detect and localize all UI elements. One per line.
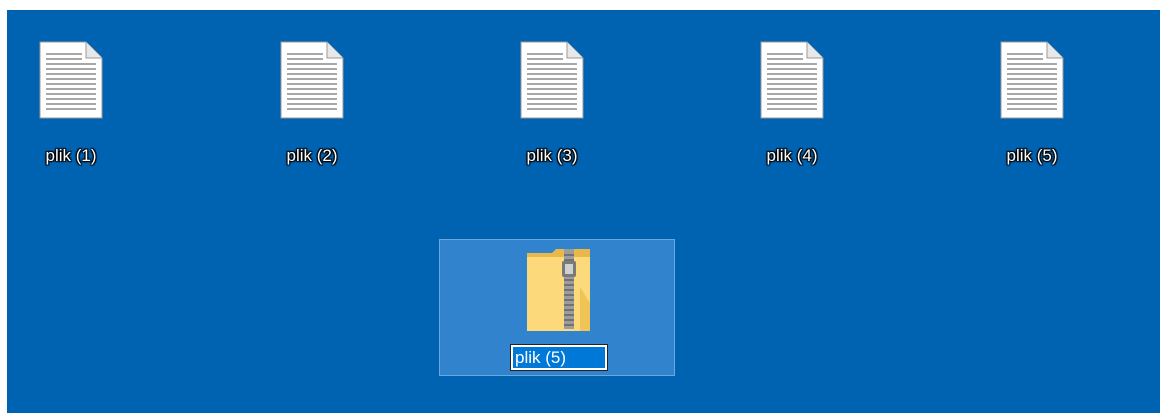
desktop-icon-plik-4[interactable]: plik (4) — [737, 10, 847, 165]
text-file-icon — [760, 41, 824, 119]
desktop-icon-label: plik (3) — [526, 146, 578, 165]
zip-folder-icon — [527, 249, 590, 331]
rename-box[interactable] — [510, 344, 608, 371]
text-file-icon — [1000, 41, 1064, 119]
text-file-icon — [280, 41, 344, 119]
desktop-icon-plik-5[interactable]: plik (5) — [977, 10, 1087, 165]
desktop-icon-plik-2[interactable]: plik (2) — [257, 10, 367, 165]
desktop[interactable]: plik (1) plik (2) plik (3) plik (4) plik… — [7, 10, 1160, 413]
text-file-icon — [520, 41, 584, 119]
selected-zip-folder[interactable] — [439, 239, 675, 376]
desktop-icon-plik-1[interactable]: plik (1) — [16, 10, 126, 165]
desktop-icon-label: plik (5) — [1006, 146, 1058, 165]
desktop-icon-label: plik (1) — [45, 146, 97, 165]
rename-input[interactable] — [513, 347, 605, 368]
text-file-icon — [39, 41, 103, 119]
desktop-icon-label: plik (2) — [286, 146, 338, 165]
desktop-icon-plik-3[interactable]: plik (3) — [497, 10, 607, 165]
desktop-icon-label: plik (4) — [766, 146, 818, 165]
